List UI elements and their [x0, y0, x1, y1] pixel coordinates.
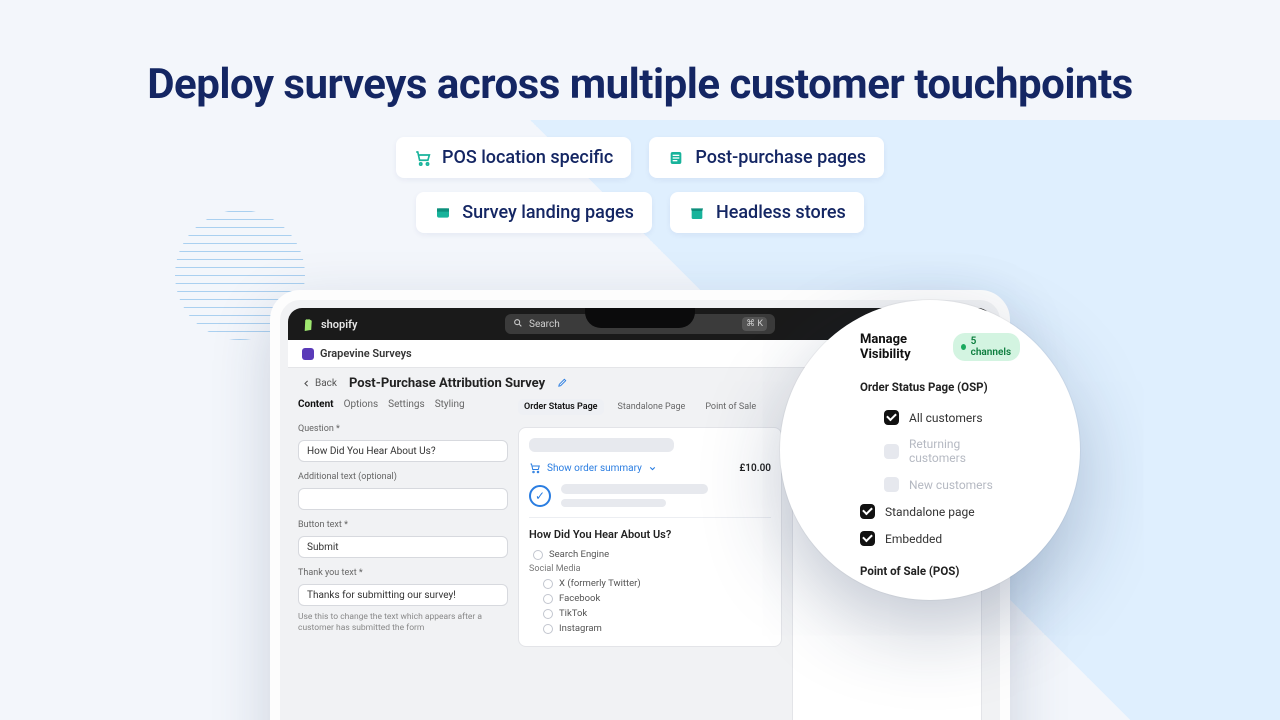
tab-content[interactable]: Content [298, 399, 334, 410]
tab-settings[interactable]: Settings [388, 399, 425, 410]
chip-landing: Survey landing pages [416, 192, 652, 233]
survey-option[interactable]: Instagram [539, 621, 771, 636]
form-tabs: Content Options Settings Styling [298, 399, 508, 410]
search-kbd: ⌘ K [742, 317, 767, 331]
checkbox-all-customers[interactable]: All customers [884, 404, 1020, 431]
device-notch [585, 308, 695, 328]
preview-panel: Order Status Page Standalone Page Point … [518, 399, 782, 720]
page-title: Post-Purchase Attribution Survey [349, 376, 545, 391]
thank-you-hint: Use this to change the text which appear… [298, 612, 508, 634]
order-total: £10.00 [739, 463, 771, 474]
page-icon [667, 149, 685, 167]
question-label: Question * [298, 424, 508, 434]
step-complete-icon: ✓ [529, 485, 551, 507]
chip-headless: Headless stores [670, 192, 864, 233]
tab-styling[interactable]: Styling [435, 399, 465, 410]
page-headline: Deploy surveys across multiple customer … [0, 60, 1280, 109]
preview-tab-pos[interactable]: Point of Sale [699, 399, 762, 415]
radio-icon [533, 550, 543, 560]
section-pos: Point of Sale (POS) [860, 564, 1020, 578]
radio-icon [543, 579, 553, 589]
window-icon [434, 204, 452, 222]
additional-text-label: Additional text (optional) [298, 472, 508, 482]
search-placeholder: Search [529, 319, 560, 330]
additional-text-input[interactable] [298, 488, 508, 510]
store-icon [688, 204, 706, 222]
survey-preview: How Did You Hear About Us? Search Engine… [529, 517, 771, 636]
chip-pos-label: POS location specific [442, 147, 613, 168]
chip-post-purchase-label: Post-purchase pages [695, 147, 866, 168]
channels-badge: 5 channels [953, 333, 1020, 361]
thank-you-input[interactable]: Thanks for submitting our survey! [298, 584, 508, 606]
checkbox-new-customers[interactable]: New customers [884, 471, 1020, 498]
back-button[interactable]: Back [302, 378, 337, 389]
edit-title-icon[interactable] [557, 377, 568, 391]
checkbox-standalone-page[interactable]: Standalone page [860, 498, 1020, 525]
skeleton-line [561, 499, 666, 507]
magnifier-visibility: Manage Visibility 5 channels Order Statu… [780, 300, 1080, 600]
section-osp: Order Status Page (OSP) [860, 380, 1020, 394]
survey-option[interactable]: Facebook [539, 591, 771, 606]
chip-headless-label: Headless stores [716, 202, 846, 223]
magnifier-title: Manage Visibility [860, 332, 945, 362]
tab-options[interactable]: Options [344, 399, 379, 410]
chevron-down-icon [648, 464, 657, 473]
survey-option[interactable]: X (formerly Twitter) [539, 576, 771, 591]
chip-pos: POS location specific [396, 137, 631, 178]
skeleton-line [561, 484, 708, 494]
checkbox-embedded[interactable]: Embedded [860, 525, 1020, 552]
chip-landing-label: Survey landing pages [462, 202, 634, 223]
cart-icon [414, 149, 432, 167]
survey-option[interactable]: TikTok [539, 606, 771, 621]
survey-question: How Did You Hear About Us? [529, 528, 771, 541]
button-text-label: Button text * [298, 520, 508, 530]
button-text-input[interactable]: Submit [298, 536, 508, 558]
search-icon [513, 318, 523, 331]
chip-post-purchase: Post-purchase pages [649, 137, 884, 178]
survey-option[interactable]: Search Engine [529, 547, 771, 562]
question-input[interactable]: How Did You Hear About Us? [298, 440, 508, 462]
radio-icon [543, 594, 553, 604]
content-form-panel: Content Options Settings Styling Questio… [298, 399, 508, 720]
radio-icon [543, 609, 553, 619]
app-icon [302, 348, 314, 360]
survey-option-group: Social Media [529, 562, 771, 576]
preview-tab-osp[interactable]: Order Status Page [518, 399, 604, 415]
radio-icon [543, 624, 553, 634]
skeleton-line [529, 438, 674, 452]
app-name: Grapevine Surveys [320, 347, 412, 360]
thank-you-label: Thank you text * [298, 568, 508, 578]
order-summary-toggle[interactable]: Show order summary £10.00 [529, 462, 771, 474]
checkbox-returning-customers[interactable]: Returning customers [884, 431, 1020, 471]
preview-tab-standalone[interactable]: Standalone Page [612, 399, 692, 415]
shopify-logo: shopify [302, 318, 357, 331]
